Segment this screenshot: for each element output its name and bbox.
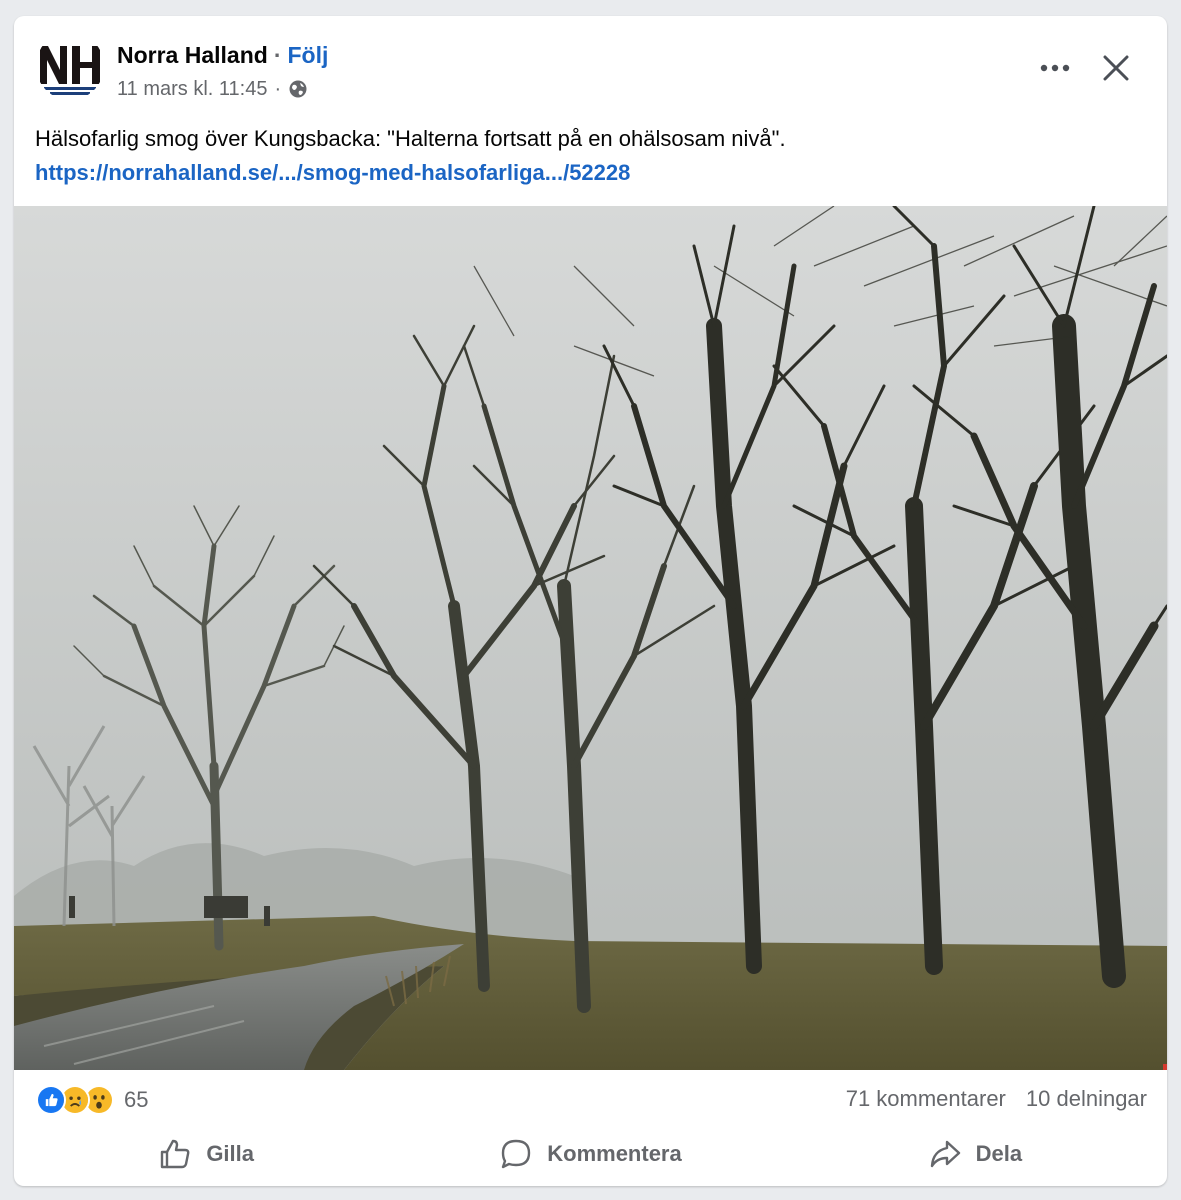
post-photo[interactable]: [14, 206, 1167, 1070]
share-count[interactable]: 10 delningar: [1026, 1086, 1147, 1112]
like-reaction-icon: [36, 1085, 66, 1115]
foggy-park-image: [14, 206, 1167, 1070]
page-name-row: Norra Halland · Följ: [117, 40, 328, 70]
post-stats: 65 71 kommentarer 10 delningar: [14, 1074, 1167, 1126]
engagement-counts: 71 kommentarer 10 delningar: [846, 1086, 1147, 1112]
post-text: Hälsofarlig smog över Kungsbacka: "Halte…: [35, 122, 1145, 190]
post-header: Norra Halland · Följ 11 mars kl. 11:45 ·: [14, 16, 1167, 116]
like-label: Gilla: [206, 1141, 254, 1166]
share-icon: [930, 1140, 960, 1168]
reaction-count: 65: [124, 1087, 149, 1112]
post-link[interactable]: https://norrahalland.se/.../smog-med-hal…: [35, 156, 1145, 190]
page-name[interactable]: Norra Halland: [117, 42, 268, 69]
comment-label: Kommentera: [547, 1141, 682, 1166]
follow-button[interactable]: Följ: [288, 42, 329, 69]
post-meta: 11 mars kl. 11:45 ·: [117, 76, 308, 102]
norra-halland-logo: [36, 32, 104, 100]
name-separator: ·: [273, 41, 282, 68]
more-options-button[interactable]: [1032, 48, 1078, 88]
comment-icon: [502, 1139, 531, 1169]
post-message: Hälsofarlig smog över Kungsbacka: "Halte…: [35, 126, 786, 151]
globe-icon[interactable]: [288, 79, 308, 99]
like-button[interactable]: Gilla: [14, 1128, 398, 1180]
more-horizontal-icon: [1040, 64, 1070, 72]
post-actions: Gilla Kommentera Dela: [14, 1128, 1167, 1180]
close-icon: [1103, 55, 1129, 81]
meta-separator: ·: [274, 77, 282, 100]
share-button[interactable]: Dela: [783, 1128, 1167, 1180]
page-avatar[interactable]: [36, 32, 104, 100]
reaction-summary[interactable]: 65: [36, 1084, 148, 1116]
comment-count[interactable]: 71 kommentarer: [846, 1086, 1006, 1112]
post-card: Norra Halland · Följ 11 mars kl. 11:45 ·: [14, 16, 1167, 1186]
thumbs-up-icon: [161, 1139, 190, 1169]
close-button[interactable]: [1094, 46, 1138, 90]
comment-button[interactable]: Kommentera: [398, 1128, 782, 1180]
post-timestamp[interactable]: 11 mars kl. 11:45: [117, 78, 267, 101]
share-label: Dela: [975, 1141, 1023, 1166]
